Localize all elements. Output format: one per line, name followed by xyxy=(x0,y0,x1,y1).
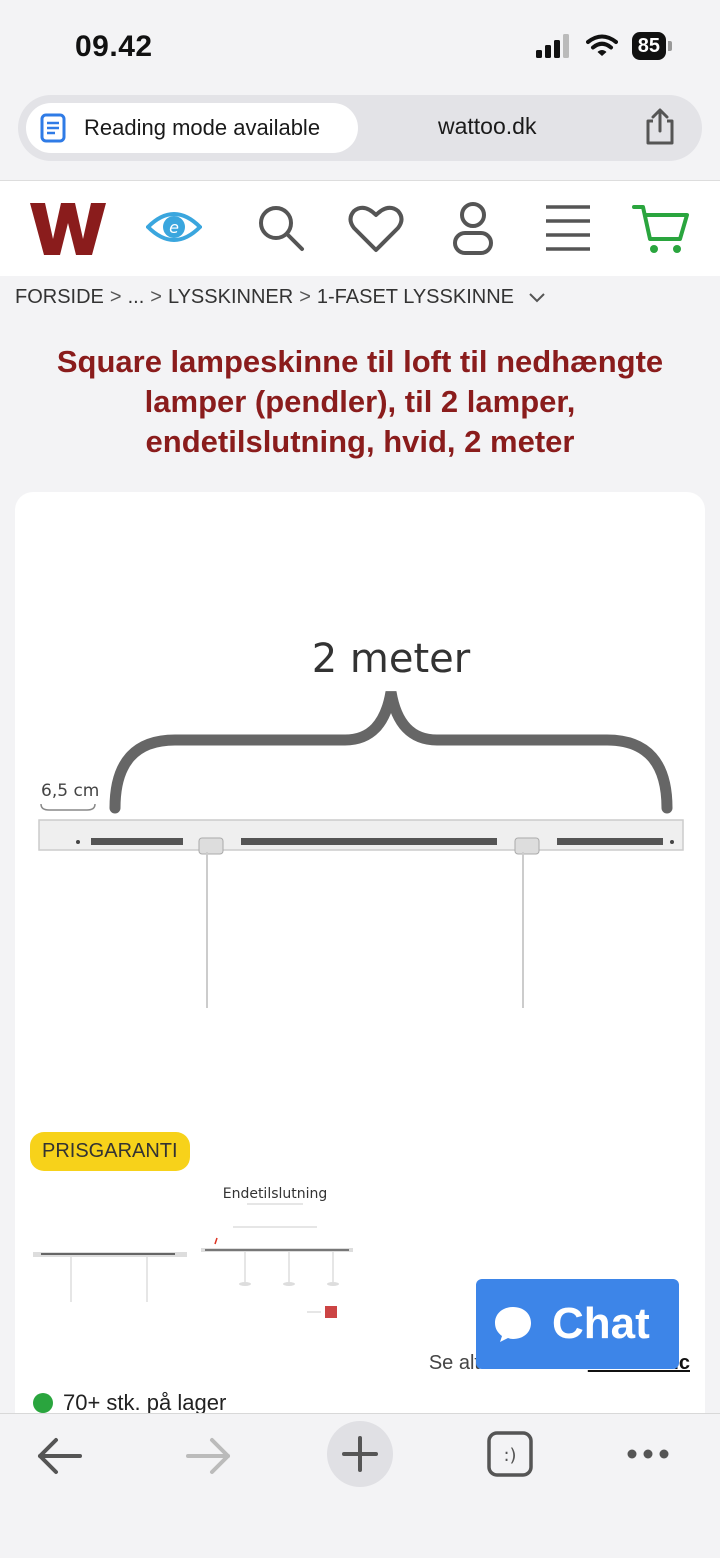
thumbnail-1[interactable] xyxy=(31,1232,189,1312)
tabs-icon[interactable]: :) xyxy=(486,1430,534,1478)
tabs-label: :) xyxy=(503,1445,516,1466)
new-tab-icon[interactable] xyxy=(326,1420,394,1488)
breadcrumb: FORSIDE > ... > LYSSKINNER > 1-FASET LYS… xyxy=(15,286,546,309)
url-bar[interactable]: Reading mode available wattoo.dk xyxy=(18,95,702,161)
breadcrumb-separator: > xyxy=(150,286,162,308)
url-domain[interactable]: wattoo.dk xyxy=(438,113,536,140)
breadcrumb-separator: > xyxy=(109,286,122,308)
wifi-icon xyxy=(585,34,618,56)
search-icon[interactable] xyxy=(256,203,306,253)
forward-arrow-icon[interactable] xyxy=(186,1436,232,1476)
battery-level: 85 xyxy=(631,32,666,60)
cart-icon[interactable] xyxy=(632,203,690,257)
reading-mode-label: Reading mode available xyxy=(84,115,321,140)
battery-icon: 85 xyxy=(631,32,672,60)
status-bar: 09.42 85 xyxy=(0,0,720,92)
status-time: 09.42 xyxy=(75,30,153,63)
in-stock-dot xyxy=(33,1393,53,1413)
signal-icon xyxy=(535,34,569,58)
thumbnail-2[interactable]: Endetilslutning xyxy=(199,1182,373,1342)
breadcrumb-item-ellipsis[interactable]: ... xyxy=(128,286,145,309)
image-offset-label: 6,5 cm xyxy=(41,781,99,801)
reading-mode-button[interactable]: Reading mode available xyxy=(26,103,358,153)
menu-icon[interactable] xyxy=(544,203,592,253)
breadcrumb-item-forside[interactable]: FORSIDE xyxy=(15,286,104,309)
back-arrow-icon[interactable] xyxy=(36,1436,82,1476)
prisgaranti-badge: PRISGARANTI xyxy=(30,1132,190,1171)
site-header: e xyxy=(0,180,720,276)
breadcrumb-item-current: 1-FASET LYSSKINNE xyxy=(316,286,514,308)
thumbnail-title: Endetilslutning xyxy=(223,1186,328,1202)
share-icon[interactable] xyxy=(642,107,678,147)
status-icons: 85 xyxy=(535,32,672,60)
chat-label: Chat xyxy=(552,1299,650,1348)
image-length-label: 2 meter xyxy=(312,636,471,682)
heart-icon[interactable] xyxy=(348,205,404,253)
eye-icon[interactable]: e xyxy=(146,205,202,249)
user-icon[interactable] xyxy=(452,201,494,257)
chat-button[interactable]: Chat xyxy=(476,1279,679,1369)
product-title: Square lampeskinne til loft til nedhængt… xyxy=(56,344,664,459)
svg-text:e: e xyxy=(169,218,179,237)
more-icon[interactable] xyxy=(624,1446,672,1462)
breadcrumb-separator: > xyxy=(299,286,311,308)
chevron-down-icon[interactable] xyxy=(528,292,546,304)
chat-bubble-icon xyxy=(495,1307,531,1342)
wattoo-logo[interactable] xyxy=(28,201,108,257)
product-main-image[interactable]: 2 meter 6,5 cm xyxy=(15,492,705,1112)
breadcrumb-item-lysskinner[interactable]: LYSSKINNER xyxy=(168,286,293,309)
bottom-toolbar: :) xyxy=(0,1413,720,1558)
document-icon xyxy=(40,113,66,143)
